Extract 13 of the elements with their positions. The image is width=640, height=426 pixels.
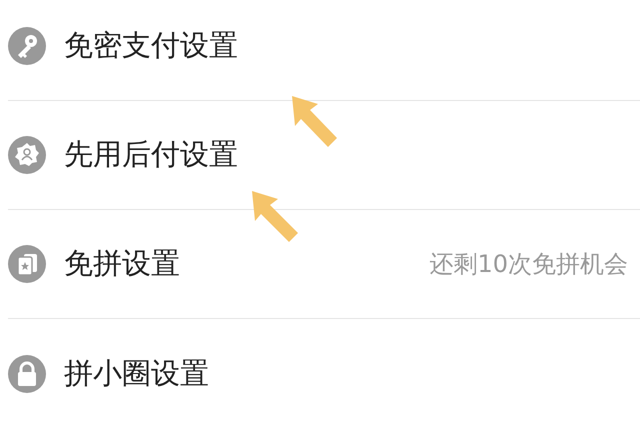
setting-label: 先用后付设置 <box>64 136 238 174</box>
arrow-icon <box>252 191 298 242</box>
setting-label: 拼小圈设置 <box>64 354 209 392</box>
setting-label: 免密支付设置 <box>64 27 238 64</box>
setting-label: 免拼设置 <box>64 245 180 282</box>
setting-detail: 还剩10次免拼机会 <box>429 249 628 280</box>
key-icon <box>8 27 46 65</box>
arrow-icon <box>292 96 337 147</box>
cards-icon <box>8 245 46 283</box>
badge-icon <box>8 136 46 174</box>
settings-row[interactable]: 拼小圈设置 <box>8 319 640 426</box>
settings-row[interactable]: 免密支付设置 <box>8 0 640 101</box>
lock-icon <box>8 354 46 392</box>
